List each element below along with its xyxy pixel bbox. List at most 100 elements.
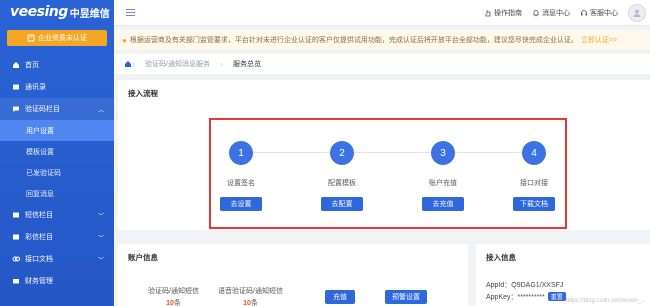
warning-icon: ● <box>122 35 127 45</box>
verify-sms-balance: 验证码/通知短信 10条 <box>148 286 199 306</box>
sidebar-item-home[interactable]: 首页 <box>0 54 114 76</box>
verify-sms-label: 验证码/通知短信 <box>148 288 199 295</box>
sidebar-item-contacts[interactable]: 通讯录 <box>0 76 114 98</box>
certificate-icon <box>27 34 35 42</box>
flow-step-2: 2 配置模板 去配置 <box>312 141 372 211</box>
user-icon <box>633 9 641 17</box>
mms-icon <box>13 234 19 240</box>
avatar[interactable] <box>628 4 646 22</box>
logo-brand-cn: 中昱维信 <box>69 8 110 20</box>
download-docs-button[interactable]: 下载文档 <box>513 197 555 211</box>
sidebar-item-label: 首页 <box>25 62 39 69</box>
sidebar-item-sms[interactable]: 短信栏目 ﹀ <box>0 204 114 226</box>
voice-sms-count: 10 <box>243 300 251 306</box>
sidebar-item-api-docs[interactable]: 接口文档 ﹀ <box>0 248 114 270</box>
sidebar: veesing 中昱维信 企业资质未认证 首页 通讯录 验证码栏目 ︿ 用户设置… <box>0 0 114 306</box>
sidebar-subitem-template-settings[interactable]: 模板设置 <box>0 141 114 162</box>
sms-icon <box>13 212 19 218</box>
enterprise-cert-button[interactable]: 企业资质未认证 <box>7 30 107 46</box>
chevron-down-icon: ﹀ <box>97 257 104 264</box>
sidebar-item-label: 接口文档 <box>25 256 53 263</box>
go-configure-button[interactable]: 去配置 <box>321 197 363 211</box>
step-label: 配置模板 <box>328 180 356 187</box>
flow-highlight-box: 1 设置签名 去设置 2 配置模板 去配置 3 账户充值 去充值 4 接口对接 … <box>209 118 567 229</box>
recharge-button[interactable]: 充值 <box>325 290 355 304</box>
sidebar-item-mms[interactable]: 彩信栏目 ﹀ <box>0 226 114 248</box>
access-flow-title: 接入流程 <box>128 89 158 98</box>
topbar: 操作指南 消息中心 客服中心 <box>114 0 650 26</box>
step-label: 设置签名 <box>227 180 255 187</box>
sidebar-nav: 首页 通讯录 验证码栏目 ︿ 用户设置 模板设置 已发验证码 回复消息 短信栏目… <box>0 54 114 292</box>
go-recharge-button[interactable]: 去充值 <box>422 197 464 211</box>
flow-step-1: 1 设置签名 去设置 <box>211 141 271 211</box>
enterprise-cert-label: 企业资质未认证 <box>38 35 87 42</box>
link-icon <box>12 256 20 262</box>
sidebar-subitem-label: 模板设置 <box>26 148 54 156</box>
message-center-link[interactable]: 消息中心 <box>532 8 570 18</box>
sidebar-item-label: 验证码栏目 <box>25 106 60 113</box>
step-number: 2 <box>330 141 354 165</box>
hand-icon <box>485 10 491 17</box>
bell-icon <box>533 10 539 17</box>
sidebar-subitem-replies[interactable]: 回复消息 <box>0 183 114 204</box>
access-info-title: 接入信息 <box>486 253 516 262</box>
appid-value: AppId：Q9DAG1/XXSFJ <box>486 282 564 289</box>
guide-label: 操作指南 <box>494 10 522 17</box>
chevron-down-icon: ﹀ <box>97 213 104 220</box>
notice-text: 根据运营商及有关部门监管要求，平台针对未进行企业认证的客户仅提供试用功能，完成认… <box>129 37 578 44</box>
sidebar-subitem-user-settings[interactable]: 用户设置 <box>0 120 114 141</box>
breadcrumb-parent[interactable]: 验证码/通知消息服务 <box>135 59 220 69</box>
sidebar-item-label: 短信栏目 <box>25 212 53 219</box>
logo-brand: veesing <box>10 4 68 20</box>
step-number: 4 <box>522 141 546 165</box>
voice-sms-label: 语音验证码/通知短信 <box>218 288 283 295</box>
voice-sms-balance: 语音验证码/通知短信 10条 <box>218 286 283 306</box>
voice-sms-unit: 条 <box>250 300 258 306</box>
warning-settings-button[interactable]: 预警设置 <box>385 290 427 304</box>
service-center-label: 客服中心 <box>590 10 618 17</box>
account-info-card: 账户信息 验证码/通知短信 10条 语音验证码/通知短信 10条 充值 预警设置 <box>118 244 468 306</box>
sidebar-item-label: 彩信栏目 <box>25 234 53 241</box>
menu-toggle-icon[interactable] <box>126 9 135 16</box>
message-center-label: 消息中心 <box>542 10 570 17</box>
step-label: 账户充值 <box>429 180 457 187</box>
topbar-actions: 操作指南 消息中心 客服中心 <box>484 0 646 26</box>
step-number: 3 <box>431 141 455 165</box>
step-label: 接口对接 <box>520 180 548 187</box>
go-setup-button[interactable]: 去设置 <box>220 197 262 211</box>
sidebar-item-finance[interactable]: 财务管理 <box>0 270 114 292</box>
notice-certify-link[interactable]: 立即认证>> <box>581 35 617 45</box>
account-info-title: 账户信息 <box>128 253 158 262</box>
step-number: 1 <box>229 141 253 165</box>
chat-icon <box>13 106 19 112</box>
appkey-value: AppKey：********** <box>486 294 545 301</box>
flow-step-4: 4 接口对接 下载文档 <box>504 141 564 211</box>
cert-notice-banner: ● 根据运营商及有关部门监管要求，平台针对未进行企业认证的客户仅提供试用功能，完… <box>114 30 650 50</box>
verify-sms-unit: 条 <box>173 300 181 306</box>
headset-icon <box>581 10 587 16</box>
wallet-icon <box>13 279 19 284</box>
chevron-down-icon: ﹀ <box>97 235 104 242</box>
flow-step-3: 3 账户充值 去充值 <box>413 141 473 211</box>
sidebar-item-label: 通讯录 <box>25 84 46 91</box>
breadcrumb-current: 服务总览 <box>232 61 261 68</box>
sidebar-subitem-sent-codes[interactable]: 已发验证码 <box>0 162 114 183</box>
sidebar-item-verification[interactable]: 验证码栏目 ︿ <box>0 98 114 120</box>
watermark: https://blog.csdn.net/weixin_... <box>565 298 646 304</box>
breadcrumb: › 验证码/通知消息服务 › 服务总览 <box>114 54 650 74</box>
sidebar-subitem-label: 用户设置 <box>26 127 54 135</box>
sidebar-item-label: 财务管理 <box>25 278 53 285</box>
guide-link[interactable]: 操作指南 <box>484 8 522 18</box>
chevron-up-icon: ︿ <box>97 107 104 114</box>
home-icon[interactable] <box>124 60 132 68</box>
sidebar-subitem-label: 已发验证码 <box>26 169 61 177</box>
logo[interactable]: veesing 中昱维信 <box>0 0 114 24</box>
reset-appkey-button[interactable]: 重置 <box>547 292 566 301</box>
contacts-icon <box>13 84 19 90</box>
access-info-card: 接入信息 AppId：Q9DAG1/XXSFJ AppKey：*********… <box>476 244 650 306</box>
access-flow-card: 接入流程 1 设置签名 去设置 2 配置模板 去配置 3 账户充值 去充值 4 … <box>118 80 650 230</box>
verify-sms-count: 10 <box>166 300 174 306</box>
home-icon <box>13 62 19 68</box>
sidebar-subitem-label: 回复消息 <box>26 190 54 198</box>
service-center-link[interactable]: 客服中心 <box>580 8 618 18</box>
